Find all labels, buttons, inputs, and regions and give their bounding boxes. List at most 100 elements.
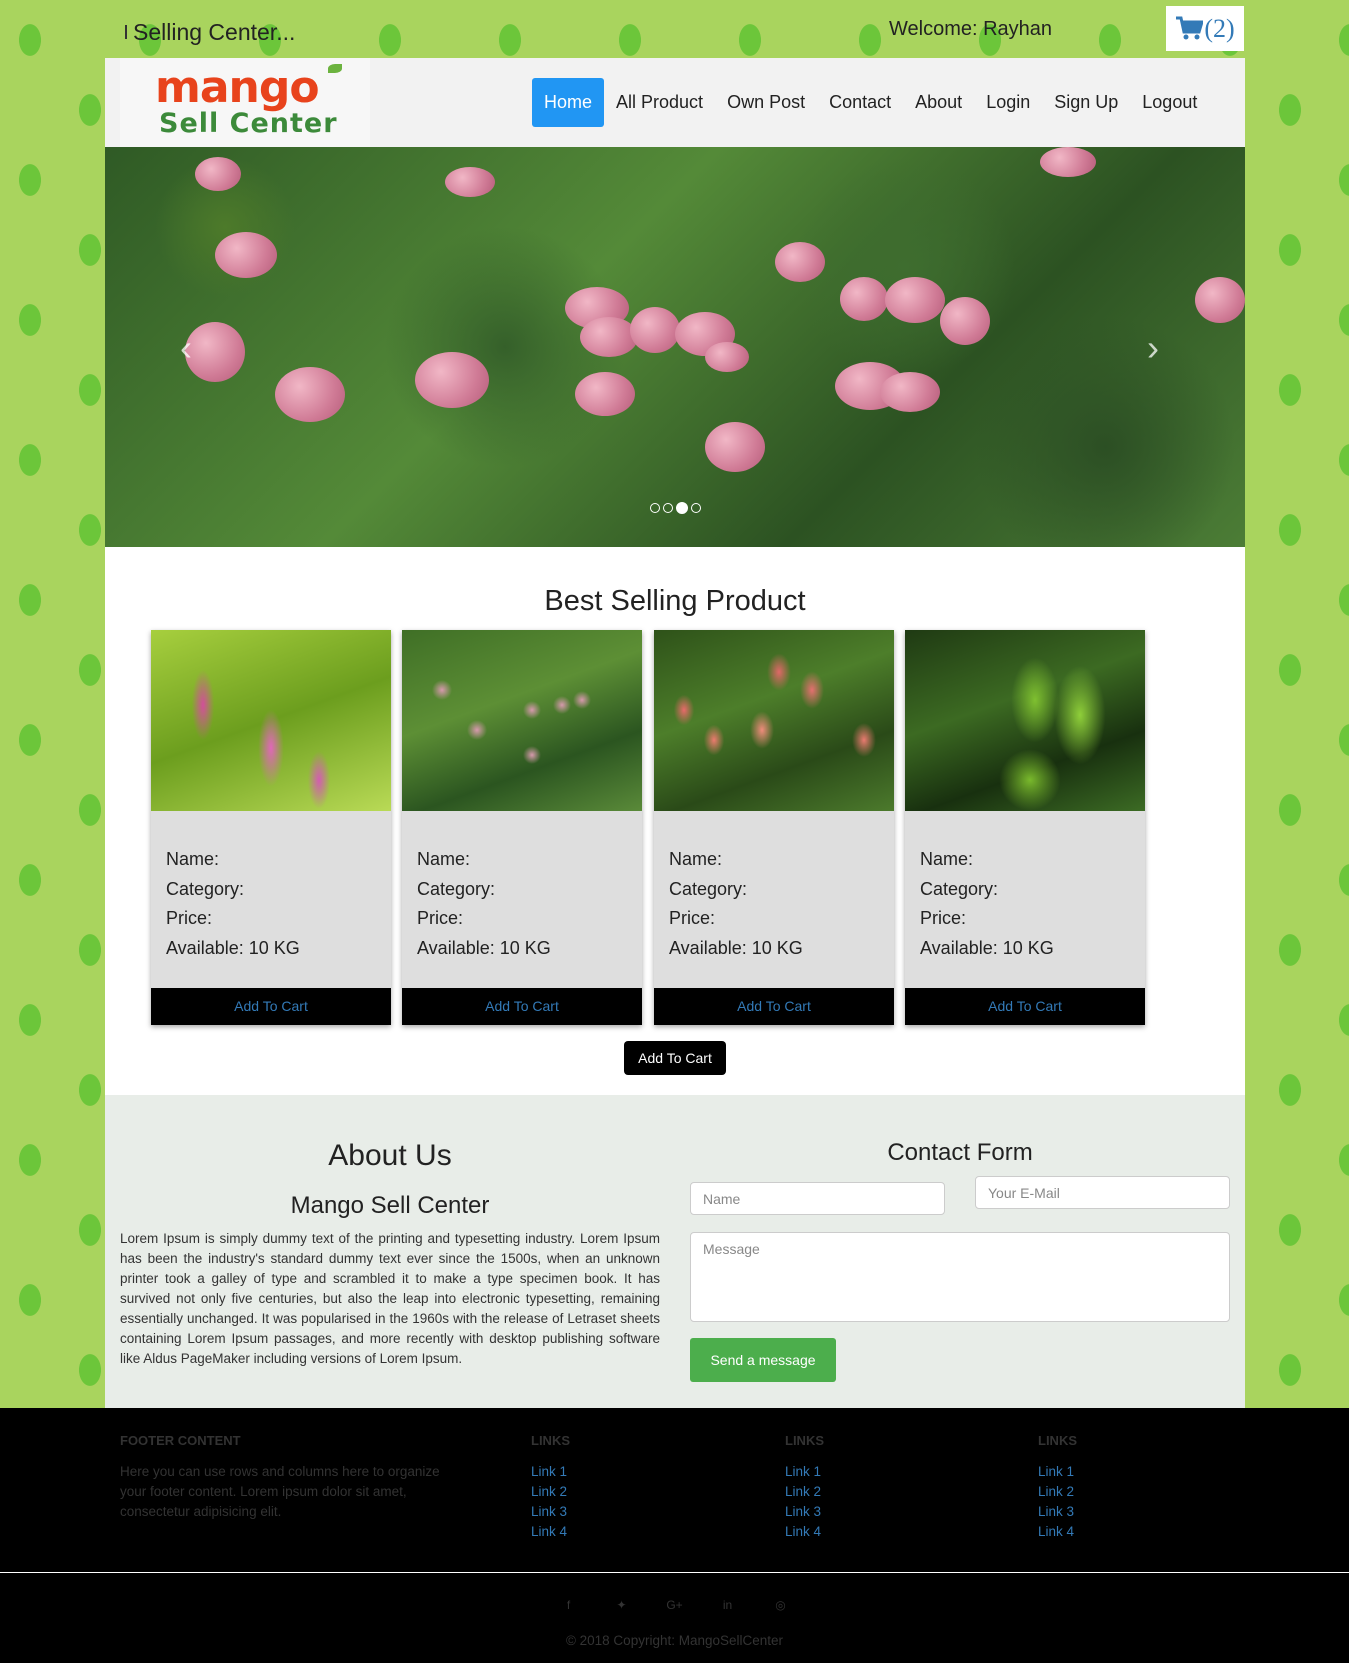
facebook-icon[interactable]: f — [560, 1596, 578, 1614]
product-category: Category: — [166, 878, 245, 899]
product-image[interactable] — [654, 630, 894, 811]
carousel-dot[interactable] — [663, 503, 673, 513]
mango-fruit — [940, 297, 990, 345]
cart-count: (2) — [1204, 13, 1235, 43]
mango-fruit — [880, 372, 940, 412]
add-to-cart-main-button[interactable]: Add To Cart — [624, 1041, 726, 1075]
nav-own-post[interactable]: Own Post — [715, 78, 817, 127]
footer-link[interactable]: Link 2 — [531, 1482, 570, 1502]
mango-fruit — [275, 367, 345, 422]
carousel-dot[interactable] — [650, 503, 660, 513]
nav-home[interactable]: Home — [532, 78, 605, 127]
mango-fruit — [215, 232, 277, 278]
message-textarea[interactable]: Message — [690, 1232, 1230, 1322]
footer-links-title: Links — [1038, 1433, 1077, 1448]
carousel-dot[interactable] — [691, 503, 701, 513]
product-image[interactable] — [905, 630, 1145, 811]
send-message-button[interactable]: Send a message — [690, 1338, 836, 1382]
carousel-indicators — [650, 502, 701, 514]
add-to-cart-button[interactable]: Add To Cart — [151, 988, 391, 1025]
product-image[interactable] — [151, 630, 391, 811]
mango-fruit — [415, 352, 489, 408]
footer-content-title: Footer Content — [120, 1433, 241, 1448]
google-plus-icon[interactable]: G+ — [666, 1596, 684, 1614]
footer-link[interactable]: Link 1 — [785, 1462, 824, 1482]
footer-link[interactable]: Link 3 — [1038, 1502, 1077, 1522]
navbar: mango Sell Center Home All Product Own P… — [105, 58, 1245, 147]
site-logo[interactable]: mango Sell Center — [120, 58, 370, 147]
footer-links-title: Links — [531, 1433, 570, 1448]
footer-link[interactable]: Link 1 — [1038, 1462, 1077, 1482]
product-price: Price: — [920, 908, 967, 928]
footer-content-col: Footer Content Here you can use rows and… — [120, 1433, 460, 1522]
carousel-prev-icon[interactable]: ‹ — [180, 327, 192, 369]
mango-fruit — [195, 157, 241, 191]
nav-about[interactable]: About — [903, 78, 974, 127]
carousel-dot-active[interactable] — [676, 502, 688, 514]
product-card: Name: Category: Price: Available: 10 KG … — [654, 630, 894, 1025]
product-info: Name: Category: Price: Available: 10 KG — [669, 845, 803, 963]
nav-login[interactable]: Login — [974, 78, 1042, 127]
product-price: Price: — [669, 908, 716, 928]
product-category: Category: — [417, 878, 496, 899]
footer-link[interactable]: Link 3 — [531, 1502, 570, 1522]
mango-fruit — [705, 342, 749, 372]
add-to-cart-button[interactable]: Add To Cart — [905, 988, 1145, 1025]
footer-link[interactable]: Link 2 — [785, 1482, 824, 1502]
nav-contact[interactable]: Contact — [817, 78, 903, 127]
best-selling-section: Best Selling Product Name: Category: Pri… — [105, 547, 1245, 1095]
mango-fruit — [575, 372, 635, 416]
email-input[interactable]: Your E-Mail — [975, 1176, 1230, 1209]
product-available: Available: 10 KG — [417, 937, 551, 958]
name-input[interactable]: Name — [690, 1182, 945, 1215]
nav-all-product[interactable]: All Product — [604, 78, 715, 127]
contact-title: Contact Form — [887, 1139, 1033, 1166]
add-to-cart-button[interactable]: Add To Cart — [402, 988, 642, 1025]
mango-fruit — [580, 317, 638, 357]
social-links: f ✦ G+ in ◎ — [0, 1596, 1349, 1614]
logo-sell-center: Sell Center — [159, 108, 338, 139]
dribbble-icon[interactable]: ◎ — [772, 1596, 790, 1614]
product-name: Name: — [920, 849, 974, 869]
carousel-next-icon[interactable]: › — [1147, 327, 1159, 369]
product-category: Category: — [920, 878, 999, 899]
product-card: Name: Category: Price: Available: 10 KG … — [905, 630, 1145, 1025]
footer-link[interactable]: Link 3 — [785, 1502, 824, 1522]
footer-link[interactable]: Link 4 — [531, 1522, 570, 1542]
about-text: Lorem Ipsum is simply dummy text of the … — [120, 1231, 660, 1366]
twitter-icon[interactable]: ✦ — [613, 1596, 631, 1614]
linkedin-icon[interactable]: in — [719, 1596, 737, 1614]
mango-fruit — [705, 422, 765, 472]
product-name: Name: — [417, 849, 471, 869]
cart-button[interactable]: (2) — [1166, 6, 1244, 51]
product-name: Name: — [166, 849, 220, 869]
footer-content-text: Here you can use rows and columns here t… — [120, 1464, 440, 1519]
about-contact-section: About Us Mango Sell Center Lorem Ipsum i… — [105, 1095, 1245, 1408]
product-available: Available: 10 KG — [669, 937, 803, 958]
about-subtitle: Mango Sell Center — [290, 1192, 490, 1219]
leaf-icon — [328, 64, 342, 73]
about-title: About Us — [328, 1139, 452, 1172]
welcome-text: Welcome: Rayhan — [889, 18, 1053, 40]
product-available: Available: 10 KG — [920, 937, 1054, 958]
product-price: Price: — [417, 908, 464, 928]
footer-link[interactable]: Link 4 — [785, 1522, 824, 1542]
logo-mango: mango — [155, 62, 320, 113]
footer-links-col: Links Link 1 Link 2 Link 3 Link 4 — [1038, 1433, 1077, 1542]
product-info: Name: Category: Price: Available: 10 KG — [417, 845, 551, 963]
top-bar: Selling Center... Welcome: Rayhan (2) — [105, 0, 1245, 58]
product-price: Price: — [166, 908, 213, 928]
add-to-cart-button[interactable]: Add To Cart — [654, 988, 894, 1025]
product-name: Name: — [669, 849, 723, 869]
footer-link[interactable]: Link 2 — [1038, 1482, 1077, 1502]
nav-logout[interactable]: Logout — [1130, 78, 1209, 127]
mango-fruit — [885, 277, 945, 323]
product-image[interactable] — [402, 630, 642, 811]
footer-link[interactable]: Link 4 — [1038, 1522, 1077, 1542]
hero-carousel[interactable]: ‹ › — [105, 147, 1245, 547]
mango-fruit — [1040, 147, 1096, 177]
footer-link[interactable]: Link 1 — [531, 1462, 570, 1482]
footer: Footer Content Here you can use rows and… — [0, 1408, 1349, 1663]
footer-links-col: Links Link 1 Link 2 Link 3 Link 4 — [785, 1433, 824, 1542]
nav-signup[interactable]: Sign Up — [1042, 78, 1130, 127]
